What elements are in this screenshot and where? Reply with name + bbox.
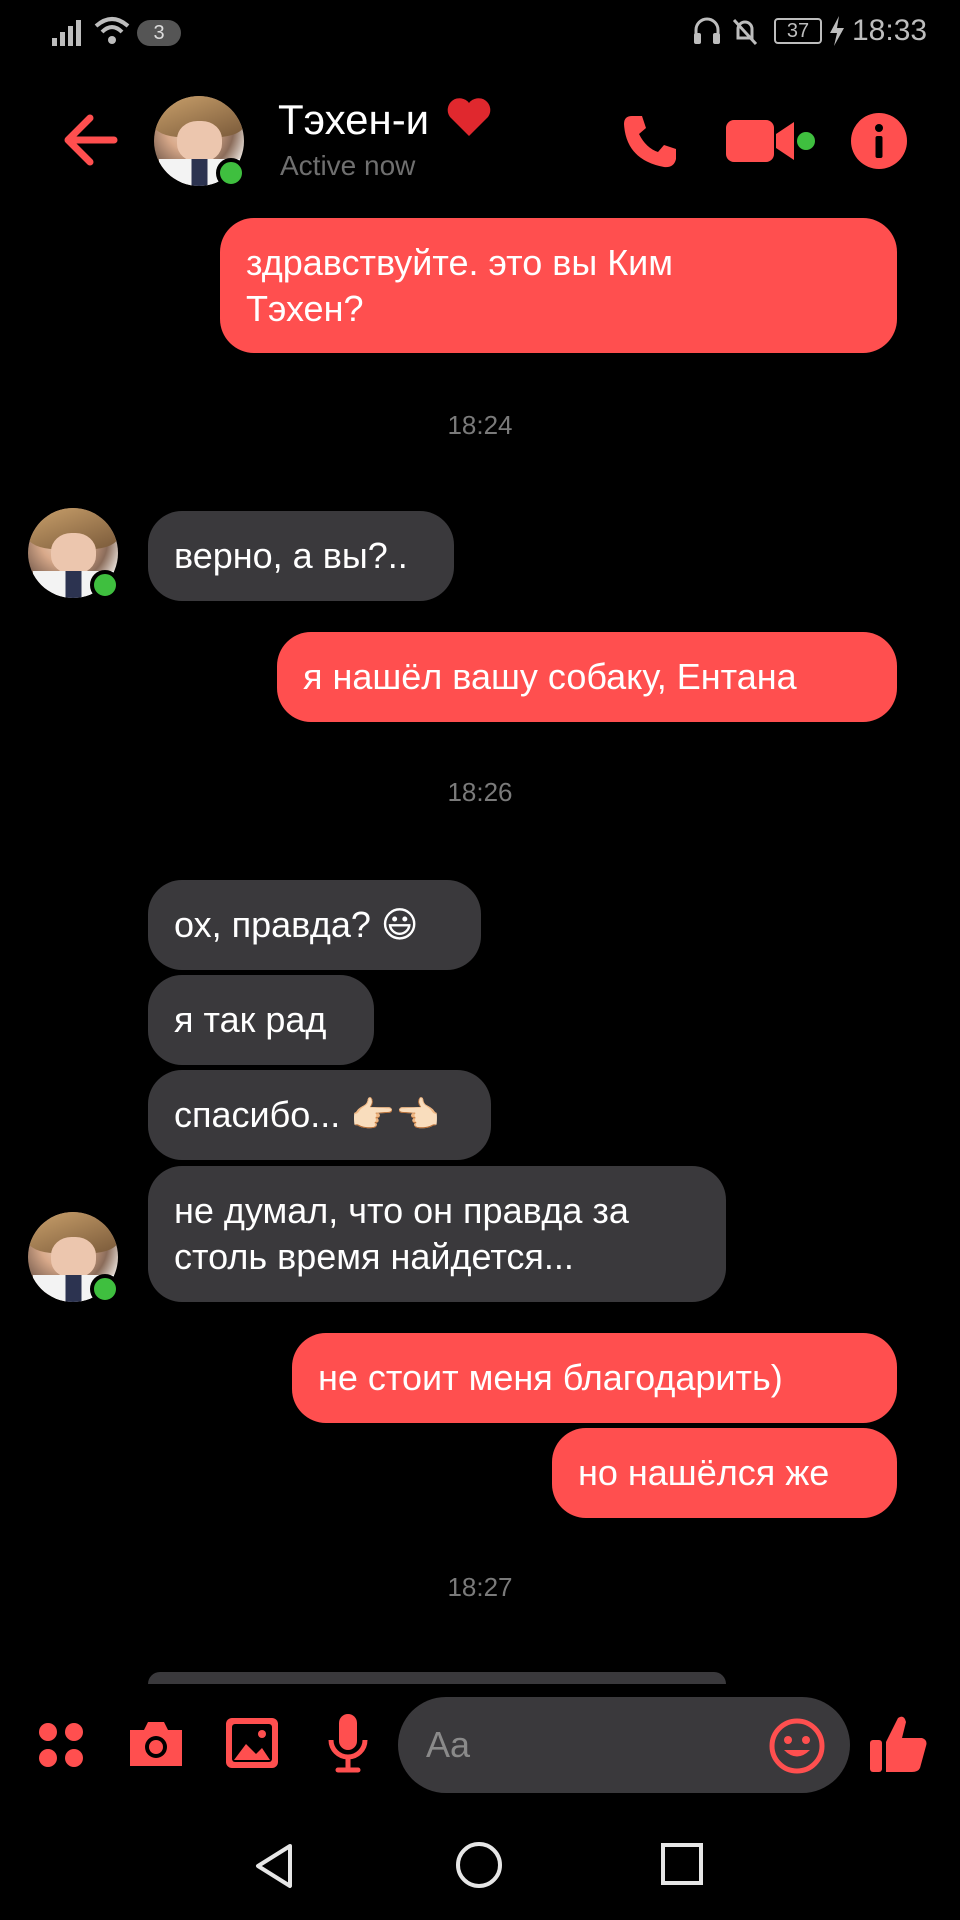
heart-icon xyxy=(447,98,491,136)
incoming-message[interactable]: спасибо... 👉🏻👈🏻 xyxy=(148,1070,491,1160)
emoji-icon[interactable] xyxy=(768,1717,826,1775)
wifi-icon xyxy=(94,17,130,44)
online-indicator xyxy=(90,570,120,600)
message-text-field[interactable] xyxy=(424,1723,728,1767)
contact-name-text: Тэхен-и xyxy=(278,96,430,143)
online-indicator xyxy=(90,1274,120,1304)
signal-icon xyxy=(52,20,81,46)
timestamp: 18:26 xyxy=(447,777,513,807)
phone-icon[interactable] xyxy=(620,112,680,170)
muted-bell-icon xyxy=(732,18,758,46)
sim-badge: 3 xyxy=(137,20,181,46)
contact-status: Active now xyxy=(280,150,416,181)
nav-home-icon[interactable] xyxy=(454,1840,504,1890)
status-bar: 3 37 18:33 xyxy=(0,0,960,64)
system-navigation-bar xyxy=(0,1820,960,1920)
incoming-message[interactable]: ох, правда? 😃 xyxy=(148,880,481,970)
outgoing-message[interactable]: я нашёл вашу собаку, Ентана xyxy=(277,632,897,722)
back-arrow-icon[interactable] xyxy=(60,112,120,168)
apps-icon[interactable] xyxy=(36,1720,86,1770)
headphones-icon xyxy=(694,17,720,44)
timestamp: 18:24 xyxy=(447,410,513,440)
nav-back-icon[interactable] xyxy=(252,1842,296,1890)
timestamp: 18:27 xyxy=(447,1572,513,1602)
camera-icon[interactable] xyxy=(126,1716,186,1770)
info-icon[interactable] xyxy=(850,112,908,170)
outgoing-message[interactable]: не стоит меня благодарить) xyxy=(292,1333,897,1423)
charging-icon xyxy=(830,16,844,46)
incoming-message[interactable]: не думал, что он правда за столь время н… xyxy=(148,1166,726,1302)
battery-indicator: 37 xyxy=(774,18,822,44)
contact-name[interactable]: Тэхен-и xyxy=(278,96,493,144)
nav-recents-icon[interactable] xyxy=(660,1842,704,1886)
clock: 18:33 xyxy=(852,14,928,47)
online-indicator xyxy=(216,158,246,188)
incoming-message-partial[interactable] xyxy=(148,1672,726,1684)
outgoing-message[interactable]: здравствуйте. это вы Ким Тэхен? xyxy=(220,218,897,353)
microphone-icon[interactable] xyxy=(326,1712,370,1774)
thumbs-up-icon[interactable] xyxy=(868,1712,930,1776)
battery-level: 37 xyxy=(786,20,810,42)
incoming-message[interactable]: верно, а вы?.. xyxy=(148,511,454,601)
incoming-message[interactable]: я так рад xyxy=(148,975,374,1065)
video-camera-icon[interactable] xyxy=(724,114,816,168)
gallery-icon[interactable] xyxy=(224,1716,280,1770)
outgoing-message[interactable]: но нашёлся же xyxy=(552,1428,897,1518)
